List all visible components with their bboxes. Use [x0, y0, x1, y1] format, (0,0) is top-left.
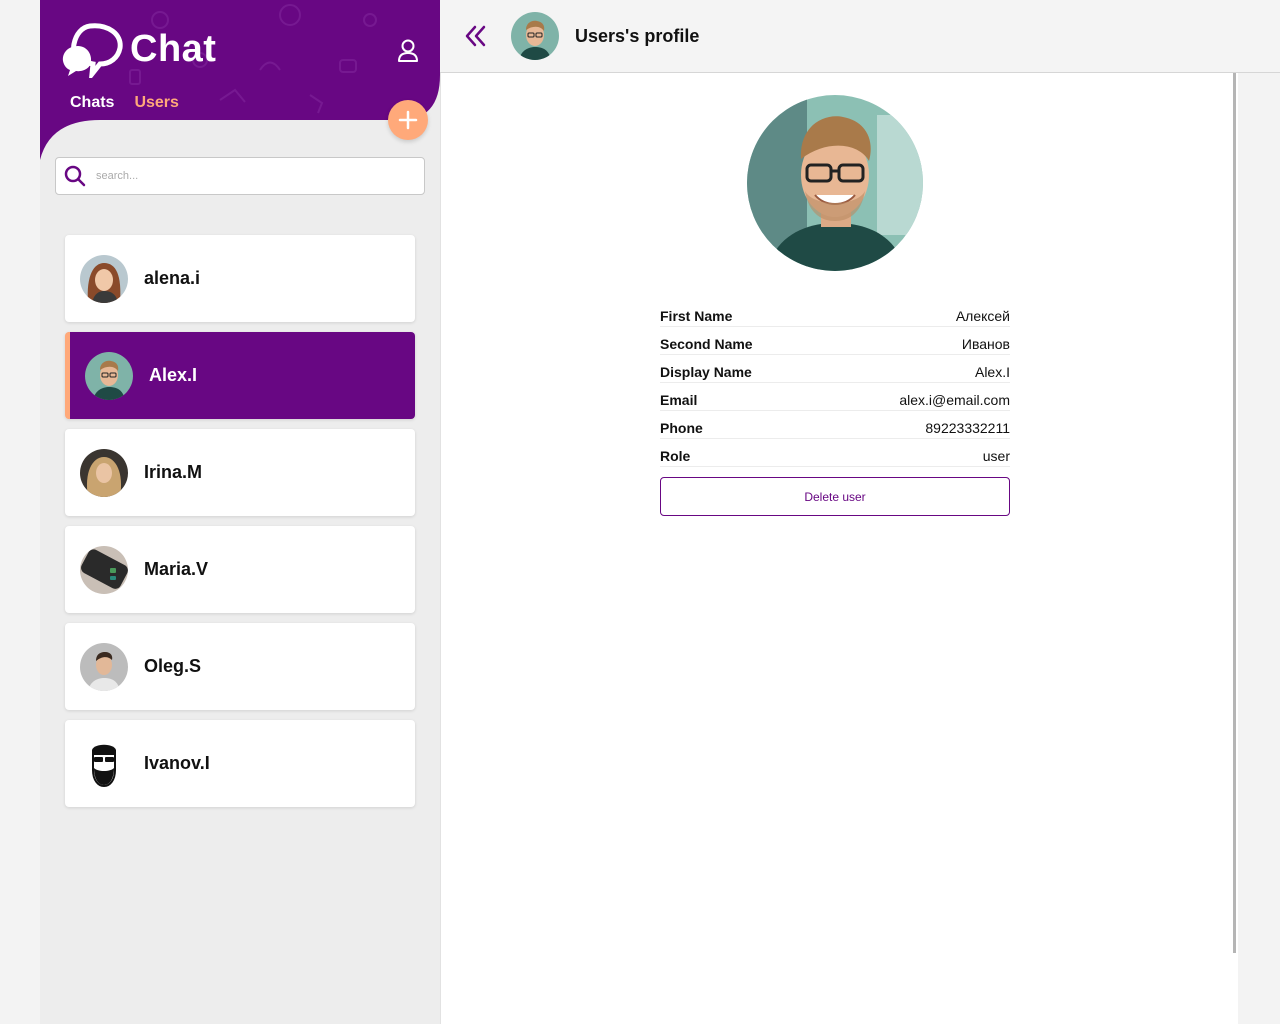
- avatar: [80, 739, 128, 788]
- field-value: alex.i@email.com: [899, 392, 1010, 408]
- user-item-alena[interactable]: alena.i: [65, 235, 415, 322]
- user-icon: [398, 39, 418, 62]
- profile-info: First Name Алексей Second Name Иванов Di…: [660, 299, 1010, 467]
- field-phone: Phone 89223332211: [660, 411, 1010, 439]
- avatar: [85, 351, 133, 400]
- sidebar: Chat Chats Users search... alena.i Alex.…: [40, 0, 440, 1024]
- avatar: [80, 254, 128, 303]
- delete-user-button[interactable]: Delete user: [660, 477, 1010, 516]
- user-item-maria[interactable]: Maria.V: [65, 526, 415, 613]
- user-item-ivanov[interactable]: Ivanov.I: [65, 720, 415, 807]
- nav-tabs: Chats Users: [70, 94, 179, 112]
- header-avatar: [511, 12, 559, 60]
- user-name: Ivanov.I: [144, 753, 210, 773]
- user-item-irina[interactable]: Irina.M: [65, 429, 415, 516]
- field-label: First Name: [660, 308, 733, 324]
- back-button[interactable]: [464, 22, 488, 50]
- app-logo: Chat: [60, 20, 216, 78]
- field-role: Role user: [660, 439, 1010, 467]
- user-item-alex[interactable]: Alex.I: [65, 332, 415, 419]
- field-first-name: First Name Алексей: [660, 299, 1010, 327]
- field-value: Алексей: [955, 308, 1010, 324]
- scrollbar[interactable]: [1233, 73, 1236, 953]
- profile-button[interactable]: [396, 38, 420, 64]
- field-value: Иванов: [961, 336, 1010, 352]
- field-label: Email: [660, 392, 698, 408]
- main-panel: Users's profile First Name Алексей Secon…: [440, 0, 1280, 1024]
- user-name: Alex.I: [149, 365, 198, 385]
- user-name: alena.i: [144, 268, 201, 288]
- add-user-button[interactable]: [388, 100, 428, 140]
- field-label: Display Name: [660, 364, 752, 380]
- user-name: Oleg.S: [144, 656, 202, 676]
- field-second-name: Second Name Иванов: [660, 327, 1010, 355]
- user-name: Maria.V: [144, 559, 209, 579]
- logo-text: Chat: [130, 27, 217, 70]
- double-chevron-left-icon: [465, 25, 486, 47]
- search-box: [55, 157, 425, 195]
- field-value: user: [982, 448, 1010, 464]
- field-value: 89223332211: [925, 420, 1010, 436]
- field-label: Phone: [660, 420, 703, 436]
- plus-icon: [398, 110, 418, 130]
- field-value: Alex.I: [974, 364, 1010, 380]
- tab-users[interactable]: Users: [134, 94, 178, 112]
- profile-avatar: [747, 95, 923, 271]
- user-name: Irina.M: [144, 462, 203, 482]
- field-label: Role: [660, 448, 691, 464]
- avatar: [80, 545, 128, 594]
- field-display-name: Display Name Alex.I: [660, 355, 1010, 383]
- field-label: Second Name: [660, 336, 753, 352]
- field-email: Email alex.i@email.com: [660, 383, 1010, 411]
- sidebar-header: Chat Chats Users: [40, 0, 440, 160]
- profile-header: Users's profile: [440, 0, 1280, 73]
- search-icon: [64, 165, 86, 187]
- profile-content: First Name Алексей Second Name Иванов Di…: [440, 73, 1238, 1024]
- tab-chats[interactable]: Chats: [70, 94, 114, 112]
- search-input[interactable]: [96, 170, 396, 182]
- user-item-oleg[interactable]: Oleg.S: [65, 623, 415, 710]
- avatar: [80, 642, 128, 691]
- user-list: alena.i Alex.I Irina.M Maria.V Oleg.S Iv…: [65, 235, 415, 817]
- page-title: Users's profile: [575, 26, 700, 46]
- chat-bubbles-icon: [62, 23, 123, 78]
- avatar: [80, 448, 128, 497]
